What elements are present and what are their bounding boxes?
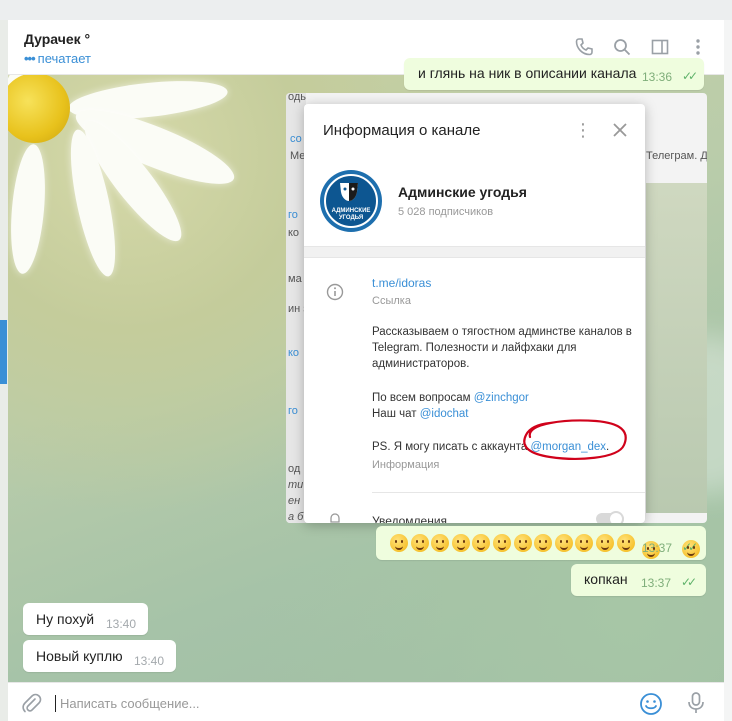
screenshot-fragment: одь <box>288 93 307 103</box>
avatar-caption-line: АДМИНСКИЕ <box>331 208 371 214</box>
message-composer: Написать сообщение... <box>8 682 724 721</box>
left-accent-bar <box>0 320 7 384</box>
notifications-toggle[interactable] <box>596 511 624 523</box>
message-out-kopkan[interactable]: копкан 13:37 ✓✓ <box>571 564 706 596</box>
telegram-window: Дурачек ° ••• печатает и глянь на ник в о… <box>0 0 732 721</box>
smile-emoji-icon <box>431 534 450 553</box>
info-icon <box>326 283 344 301</box>
contact-text: По всем вопросам <box>372 392 471 404</box>
mention-link[interactable]: @zinchgor <box>474 392 529 404</box>
more-vertical-icon[interactable] <box>686 35 710 59</box>
screenshot-blur <box>646 183 707 513</box>
contact-line: По всем вопросам @zinchgor <box>372 390 632 406</box>
mention-link[interactable]: @idochat <box>420 408 469 420</box>
screenshot-fragment: ко <box>288 227 300 239</box>
screenshot-fragment: го <box>288 209 298 221</box>
channel-link[interactable]: t.me/idoras <box>372 276 431 290</box>
chat-title[interactable]: Дурачек ° <box>24 31 90 47</box>
sidebar-toggle-icon[interactable] <box>648 35 672 59</box>
message-text: Новый куплю <box>36 648 123 664</box>
message-text: Ну похуй <box>36 611 95 627</box>
message-text: копкан <box>584 571 628 587</box>
message-in-new[interactable]: Новый куплю 13:40 <box>23 640 176 672</box>
smile-emoji-icon <box>451 534 470 553</box>
scrollbar[interactable] <box>724 20 732 721</box>
link-label: Ссылка <box>372 295 411 307</box>
close-icon[interactable] <box>610 120 630 140</box>
message-time: 13:40 <box>134 654 165 668</box>
daisy-center <box>8 75 70 143</box>
typing-status: ••• печатает <box>24 51 91 66</box>
smile-emoji-icon <box>595 534 614 553</box>
message-input[interactable]: Написать сообщение... <box>60 696 200 711</box>
message-in-nu[interactable]: Ну похуй 13:40 <box>23 603 148 635</box>
microphone-icon[interactable] <box>686 691 706 715</box>
channel-name: Админские угодья <box>398 184 527 200</box>
section-divider <box>372 492 645 493</box>
smile-emoji-icon <box>575 534 594 553</box>
screenshot-fragment: ко <box>288 347 300 359</box>
smile-emoji-icon <box>554 534 573 553</box>
smile-emoji-icon <box>616 534 635 553</box>
section-separator <box>304 246 645 258</box>
header-actions <box>572 35 710 59</box>
red-circle-annotation <box>523 419 627 460</box>
channel-info-dialog: Информация о канале ⋮ АДМИНСКИЕ УГОДЬЯ Ад… <box>304 104 645 523</box>
subscriber-count: 5 028 подписчиков <box>398 206 494 218</box>
channel-avatar[interactable]: АДМИНСКИЕ УГОДЬЯ <box>320 170 382 232</box>
smile-emoji-icon <box>492 534 511 553</box>
screenshot-fragment: го <box>288 405 298 417</box>
message-time: 13:36 <box>642 70 673 84</box>
daisy-petal <box>8 142 50 276</box>
screenshot-fragment: од <box>288 463 301 475</box>
bell-icon <box>328 512 342 523</box>
smile-emoji-icon <box>534 534 553 553</box>
search-icon[interactable] <box>610 35 634 59</box>
avatar-caption: АДМИНСКИЕ УГОДЬЯ <box>325 208 377 222</box>
read-ticks-icon: ✓✓ <box>682 69 698 83</box>
message-time: 13:37 <box>642 541 672 559</box>
top-strip <box>0 0 732 20</box>
smile-emoji-icon <box>472 534 491 553</box>
screenshot-fragment: Телеграм. Д <box>646 150 707 162</box>
screenshot-fragment: ма <box>288 273 302 285</box>
paperclip-icon[interactable] <box>20 692 42 714</box>
phone-icon[interactable] <box>572 35 596 59</box>
theater-mask-icon <box>340 183 358 201</box>
channel-description: Рассказываем о тягостном админстве канал… <box>372 326 632 370</box>
message-time: 13:40 <box>106 617 137 631</box>
screenshot-fragment: ен <box>288 495 301 507</box>
emoji-list <box>390 534 637 553</box>
message-out-emoji[interactable]: 13:37 ✓✓ <box>376 526 706 560</box>
smile-emoji-icon <box>410 534 429 553</box>
dialog-title: Информация о канале <box>323 122 481 139</box>
smile-emoji-icon <box>513 534 532 553</box>
more-vertical-icon[interactable]: ⋮ <box>574 120 592 140</box>
chat-text: Наш чат <box>372 408 417 420</box>
emoji-icon[interactable] <box>639 692 663 716</box>
message-time: 13:37 <box>641 576 672 590</box>
screenshot-fragment: а б <box>288 511 304 523</box>
ps-text: PS. Я могу писать с аккаунта <box>372 441 528 453</box>
notifications-label: Уведомления <box>372 514 448 523</box>
typing-status-label: печатает <box>37 51 92 66</box>
read-ticks-icon: ✓✓ <box>682 540 700 558</box>
message-out-partial[interactable]: и глянь на ник в описании канала 13:36 ✓… <box>404 58 704 90</box>
text-caret <box>55 695 56 712</box>
smile-emoji-icon <box>390 534 408 553</box>
typing-dots-icon: ••• <box>24 51 36 66</box>
avatar-caption-line: УГОДЬЯ <box>338 215 364 221</box>
screenshot-fragment: со <box>290 133 302 145</box>
info-label: Информация <box>372 459 440 471</box>
screenshot-fragment: ти <box>288 479 304 491</box>
message-text: и глянь на ник в описании канала <box>418 65 637 81</box>
read-ticks-icon: ✓✓ <box>681 575 697 589</box>
